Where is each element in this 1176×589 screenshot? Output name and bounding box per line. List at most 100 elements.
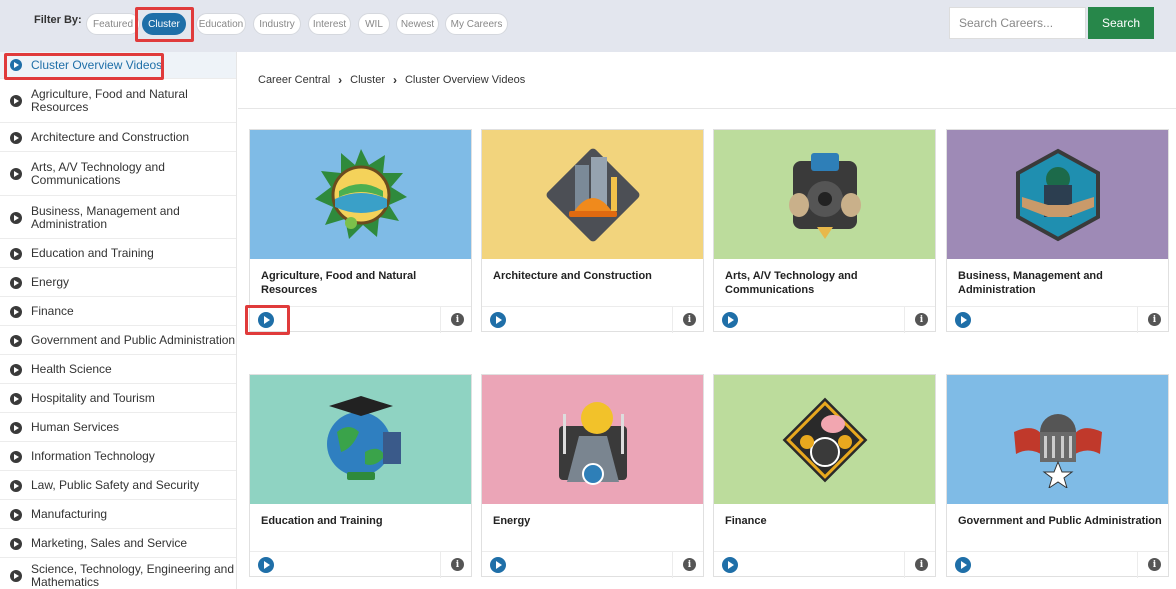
sidebar-item-energy[interactable]: Energy <box>0 269 236 297</box>
sidebar-item-law-public-safety[interactable]: Law, Public Safety and Security <box>0 472 236 500</box>
sidebar-item-label: Government and Public Administration <box>31 333 236 347</box>
play-icon <box>10 421 22 434</box>
filter-pill-education[interactable]: Education <box>196 13 246 35</box>
card-footer: i <box>482 306 703 333</box>
play-icon <box>10 479 22 492</box>
sidebar-item-arts-av[interactable]: Arts, A/V Technology and Communications <box>0 153 236 196</box>
divider <box>440 307 441 333</box>
sidebar-item-hospitality[interactable]: Hospitality and Tourism <box>0 385 236 413</box>
cluster-card[interactable]: Architecture and Construction i <box>481 129 704 333</box>
filter-pill-cluster[interactable]: Cluster <box>142 13 186 35</box>
sidebar-item-label: Business, Management and Administration <box>31 203 180 231</box>
play-icon[interactable] <box>258 557 274 573</box>
sidebar-item-agriculture[interactable]: Agriculture, Food and Natural Resources <box>0 80 236 123</box>
info-icon[interactable]: i <box>915 558 928 571</box>
card-footer: i <box>947 306 1168 333</box>
card-image <box>482 375 703 504</box>
play-icon[interactable] <box>955 557 971 573</box>
card-image <box>714 130 935 259</box>
sidebar-item-government[interactable]: Government and Public Administration <box>0 327 236 355</box>
info-icon[interactable]: i <box>1148 313 1161 326</box>
sidebar-item-label: Arts, A/V Technology and Communications <box>31 160 165 187</box>
energy-emblem-icon <box>558 401 627 485</box>
play-icon <box>10 450 22 463</box>
sidebar-item-cluster-overview-videos[interactable]: Cluster Overview Videos <box>0 52 236 79</box>
sidebar-item-label: Cluster Overview Videos <box>31 57 163 72</box>
sidebar-item-finance[interactable]: Finance <box>0 298 236 326</box>
filter-label: Filter By: <box>34 14 82 26</box>
filter-pill-featured[interactable]: Featured <box>86 13 140 35</box>
play-icon <box>10 537 22 550</box>
filter-pill-my-careers[interactable]: My Careers <box>445 13 508 35</box>
sidebar-item-human-services[interactable]: Human Services <box>0 414 236 442</box>
search-input[interactable] <box>949 7 1086 39</box>
finance-emblem-icon <box>782 397 867 482</box>
sidebar-item-label: Architecture and Construction <box>31 130 190 144</box>
info-icon[interactable]: i <box>451 313 464 326</box>
sidebar-item-label: Manufacturing <box>31 507 108 521</box>
info-icon[interactable]: i <box>683 313 696 326</box>
info-icon[interactable]: i <box>683 558 696 571</box>
card-image <box>250 375 471 504</box>
card-image <box>947 130 1168 259</box>
play-icon <box>10 276 22 289</box>
search-button[interactable]: Search <box>1088 7 1154 39</box>
play-icon[interactable] <box>722 557 738 573</box>
sidebar-item-label: Marketing, Sales and Service <box>31 536 188 550</box>
play-icon <box>10 95 22 107</box>
play-icon[interactable] <box>490 557 506 573</box>
breadcrumb-item[interactable]: Cluster <box>350 74 385 86</box>
divider <box>238 108 1176 109</box>
info-icon[interactable]: i <box>451 558 464 571</box>
sidebar-item-marketing[interactable]: Marketing, Sales and Service <box>0 530 236 558</box>
sidebar-item-business[interactable]: Business, Management and Administration <box>0 197 236 239</box>
card-title: Business, Management and Administration <box>958 270 1103 296</box>
divider <box>1137 307 1138 333</box>
play-icon[interactable] <box>258 312 274 328</box>
government-emblem-icon <box>1013 413 1102 488</box>
cluster-card[interactable]: Agriculture, Food and Natural Resources … <box>249 129 472 333</box>
play-icon <box>10 247 22 260</box>
sidebar-item-architecture[interactable]: Architecture and Construction <box>0 124 236 152</box>
play-icon[interactable] <box>490 312 506 328</box>
card-footer: i <box>250 551 471 578</box>
cluster-card[interactable]: Finance i <box>713 374 936 578</box>
cluster-card[interactable]: Government and Public Administration i <box>946 374 1169 578</box>
play-icon <box>10 508 22 521</box>
chevron-right-icon: › <box>338 73 343 87</box>
sidebar-item-label: Energy <box>31 275 70 289</box>
info-icon[interactable]: i <box>1148 558 1161 571</box>
cluster-card[interactable]: Arts, A/V Technology and Communications … <box>713 129 936 333</box>
education-emblem-icon <box>326 395 401 480</box>
sidebar-item-label: Education and Training <box>31 246 154 260</box>
breadcrumb-item[interactable]: Career Central <box>258 74 330 86</box>
agriculture-emblem-icon <box>314 148 407 239</box>
filter-pill-wil[interactable]: WIL <box>358 13 390 35</box>
play-icon[interactable] <box>722 312 738 328</box>
sidebar-item-information-technology[interactable]: Information Technology <box>0 443 236 471</box>
divider <box>904 307 905 333</box>
business-emblem-icon <box>1015 148 1100 241</box>
divider <box>904 552 905 578</box>
play-icon <box>10 131 22 144</box>
filter-pill-interest[interactable]: Interest <box>308 13 351 35</box>
cluster-card[interactable]: Business, Management and Administration … <box>946 129 1169 333</box>
cluster-card[interactable]: Education and Training i <box>249 374 472 578</box>
sidebar-item-manufacturing[interactable]: Manufacturing <box>0 501 236 529</box>
play-icon[interactable] <box>955 312 971 328</box>
filter-pill-industry[interactable]: Industry <box>253 13 301 35</box>
divider <box>672 552 673 578</box>
sidebar-item-stem[interactable]: Science, Technology, Engineering and Mat… <box>0 559 236 589</box>
info-icon[interactable]: i <box>915 313 928 326</box>
sidebar-item-label: Health Science <box>31 362 112 376</box>
card-image <box>250 130 471 259</box>
play-icon <box>10 569 22 582</box>
card-footer: i <box>250 306 471 333</box>
sidebar-item-label: Law, Public Safety and Security <box>31 478 200 492</box>
sidebar-item-health-science[interactable]: Health Science <box>0 356 236 384</box>
play-icon <box>10 59 22 71</box>
filter-pill-newest[interactable]: Newest <box>396 13 439 35</box>
cluster-card[interactable]: Energy i <box>481 374 704 578</box>
play-icon <box>10 392 22 405</box>
sidebar-item-education[interactable]: Education and Training <box>0 240 236 268</box>
